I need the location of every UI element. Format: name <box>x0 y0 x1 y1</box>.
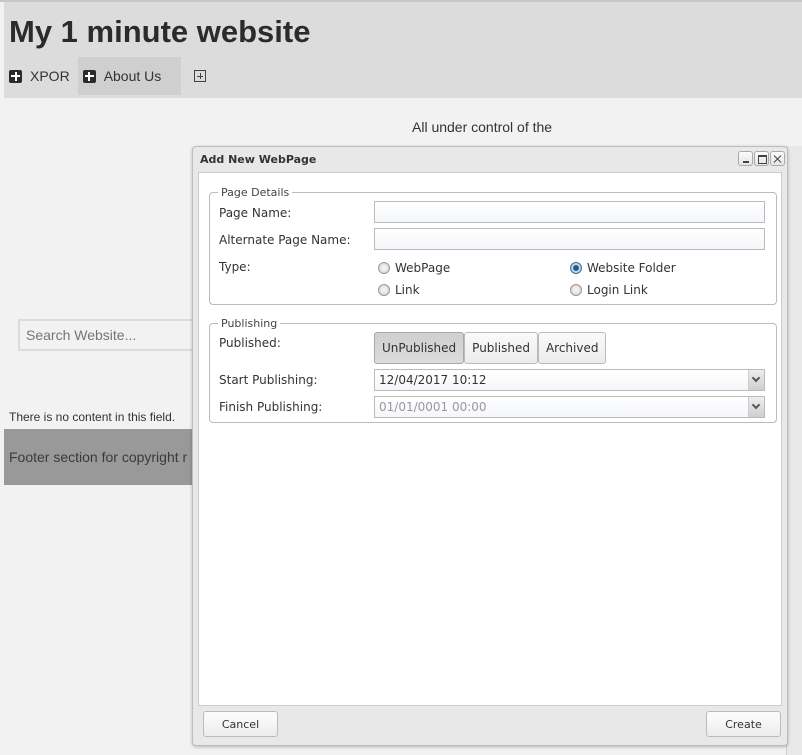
nav-item-label: About Us <box>103 68 162 84</box>
chevron-down-icon[interactable] <box>748 370 764 390</box>
start-publishing-value: 12/04/2017 10:12 <box>379 373 487 387</box>
start-publishing-label: Start Publishing: <box>219 373 318 387</box>
scrollbar[interactable] <box>786 146 802 755</box>
finish-publishing-picker[interactable]: 01/01/0001 00:00 <box>374 396 765 418</box>
page-name-input[interactable] <box>374 201 765 223</box>
radio-button <box>378 284 390 296</box>
published-label: Published: <box>219 336 281 350</box>
window-controls <box>738 151 785 166</box>
minimize-icon[interactable] <box>738 151 753 166</box>
radio-button <box>378 262 390 274</box>
dialog-title: Add New WebPage <box>200 153 317 166</box>
plus-square-icon <box>9 69 22 83</box>
radio-button <box>570 284 582 296</box>
finish-publishing-value: 01/01/0001 00:00 <box>379 400 487 414</box>
nav-item-about-us[interactable]: About Us <box>77 57 182 95</box>
publish-state-toggle: UnPublished Published Archived <box>374 332 607 364</box>
radio-webpage[interactable]: WebPage <box>378 261 450 275</box>
footer-text: Footer section for copyright r <box>9 449 188 465</box>
page-details-legend: Page Details <box>221 186 290 199</box>
add-webpage-dialog: Add New WebPage Page Details Page Name: … <box>192 146 788 746</box>
radio-label: Login Link <box>587 283 648 297</box>
chevron-down-icon[interactable] <box>748 397 764 417</box>
publishing-legend: Publishing <box>221 317 278 330</box>
radio-button-selected <box>570 262 582 274</box>
radio-label: Website Folder <box>587 261 676 275</box>
alt-page-name-input[interactable] <box>374 228 765 250</box>
no-content-text: There is no content in this field. <box>9 410 176 424</box>
radio-website-folder[interactable]: Website Folder <box>570 261 676 275</box>
start-publishing-picker[interactable]: 12/04/2017 10:12 <box>374 369 765 391</box>
archived-button[interactable]: Archived <box>537 332 607 364</box>
radio-login-link[interactable]: Login Link <box>570 283 648 297</box>
radio-label: WebPage <box>395 261 451 275</box>
close-icon[interactable] <box>770 151 785 166</box>
add-page-icon[interactable] <box>194 70 206 82</box>
plus-square-icon <box>82 69 96 83</box>
tagline: All under control of the <box>412 119 553 135</box>
radio-link[interactable]: Link <box>378 283 420 297</box>
page-name-label: Page Name: <box>219 206 292 220</box>
unpublished-button[interactable]: UnPublished <box>374 332 465 364</box>
site-nav: XPOR About Us <box>4 57 182 95</box>
maximize-icon[interactable] <box>754 151 769 166</box>
nav-item-xpor[interactable]: XPOR <box>4 57 78 95</box>
radio-label: Link <box>395 283 420 297</box>
finish-publishing-label: Finish Publishing: <box>219 400 323 414</box>
cancel-button[interactable]: Cancel <box>203 711 278 737</box>
create-button[interactable]: Create <box>706 711 781 737</box>
nav-item-label: XPOR <box>30 68 70 84</box>
site-header: My 1 minute website XPOR About Us <box>4 2 802 98</box>
site-title: My 1 minute website <box>9 14 311 49</box>
published-button[interactable]: Published <box>464 332 538 364</box>
type-label: Type: <box>219 260 251 274</box>
dialog-body: Page Details Page Name: Alternate Page N… <box>198 172 782 706</box>
alt-page-name-label: Alternate Page Name: <box>219 233 351 247</box>
